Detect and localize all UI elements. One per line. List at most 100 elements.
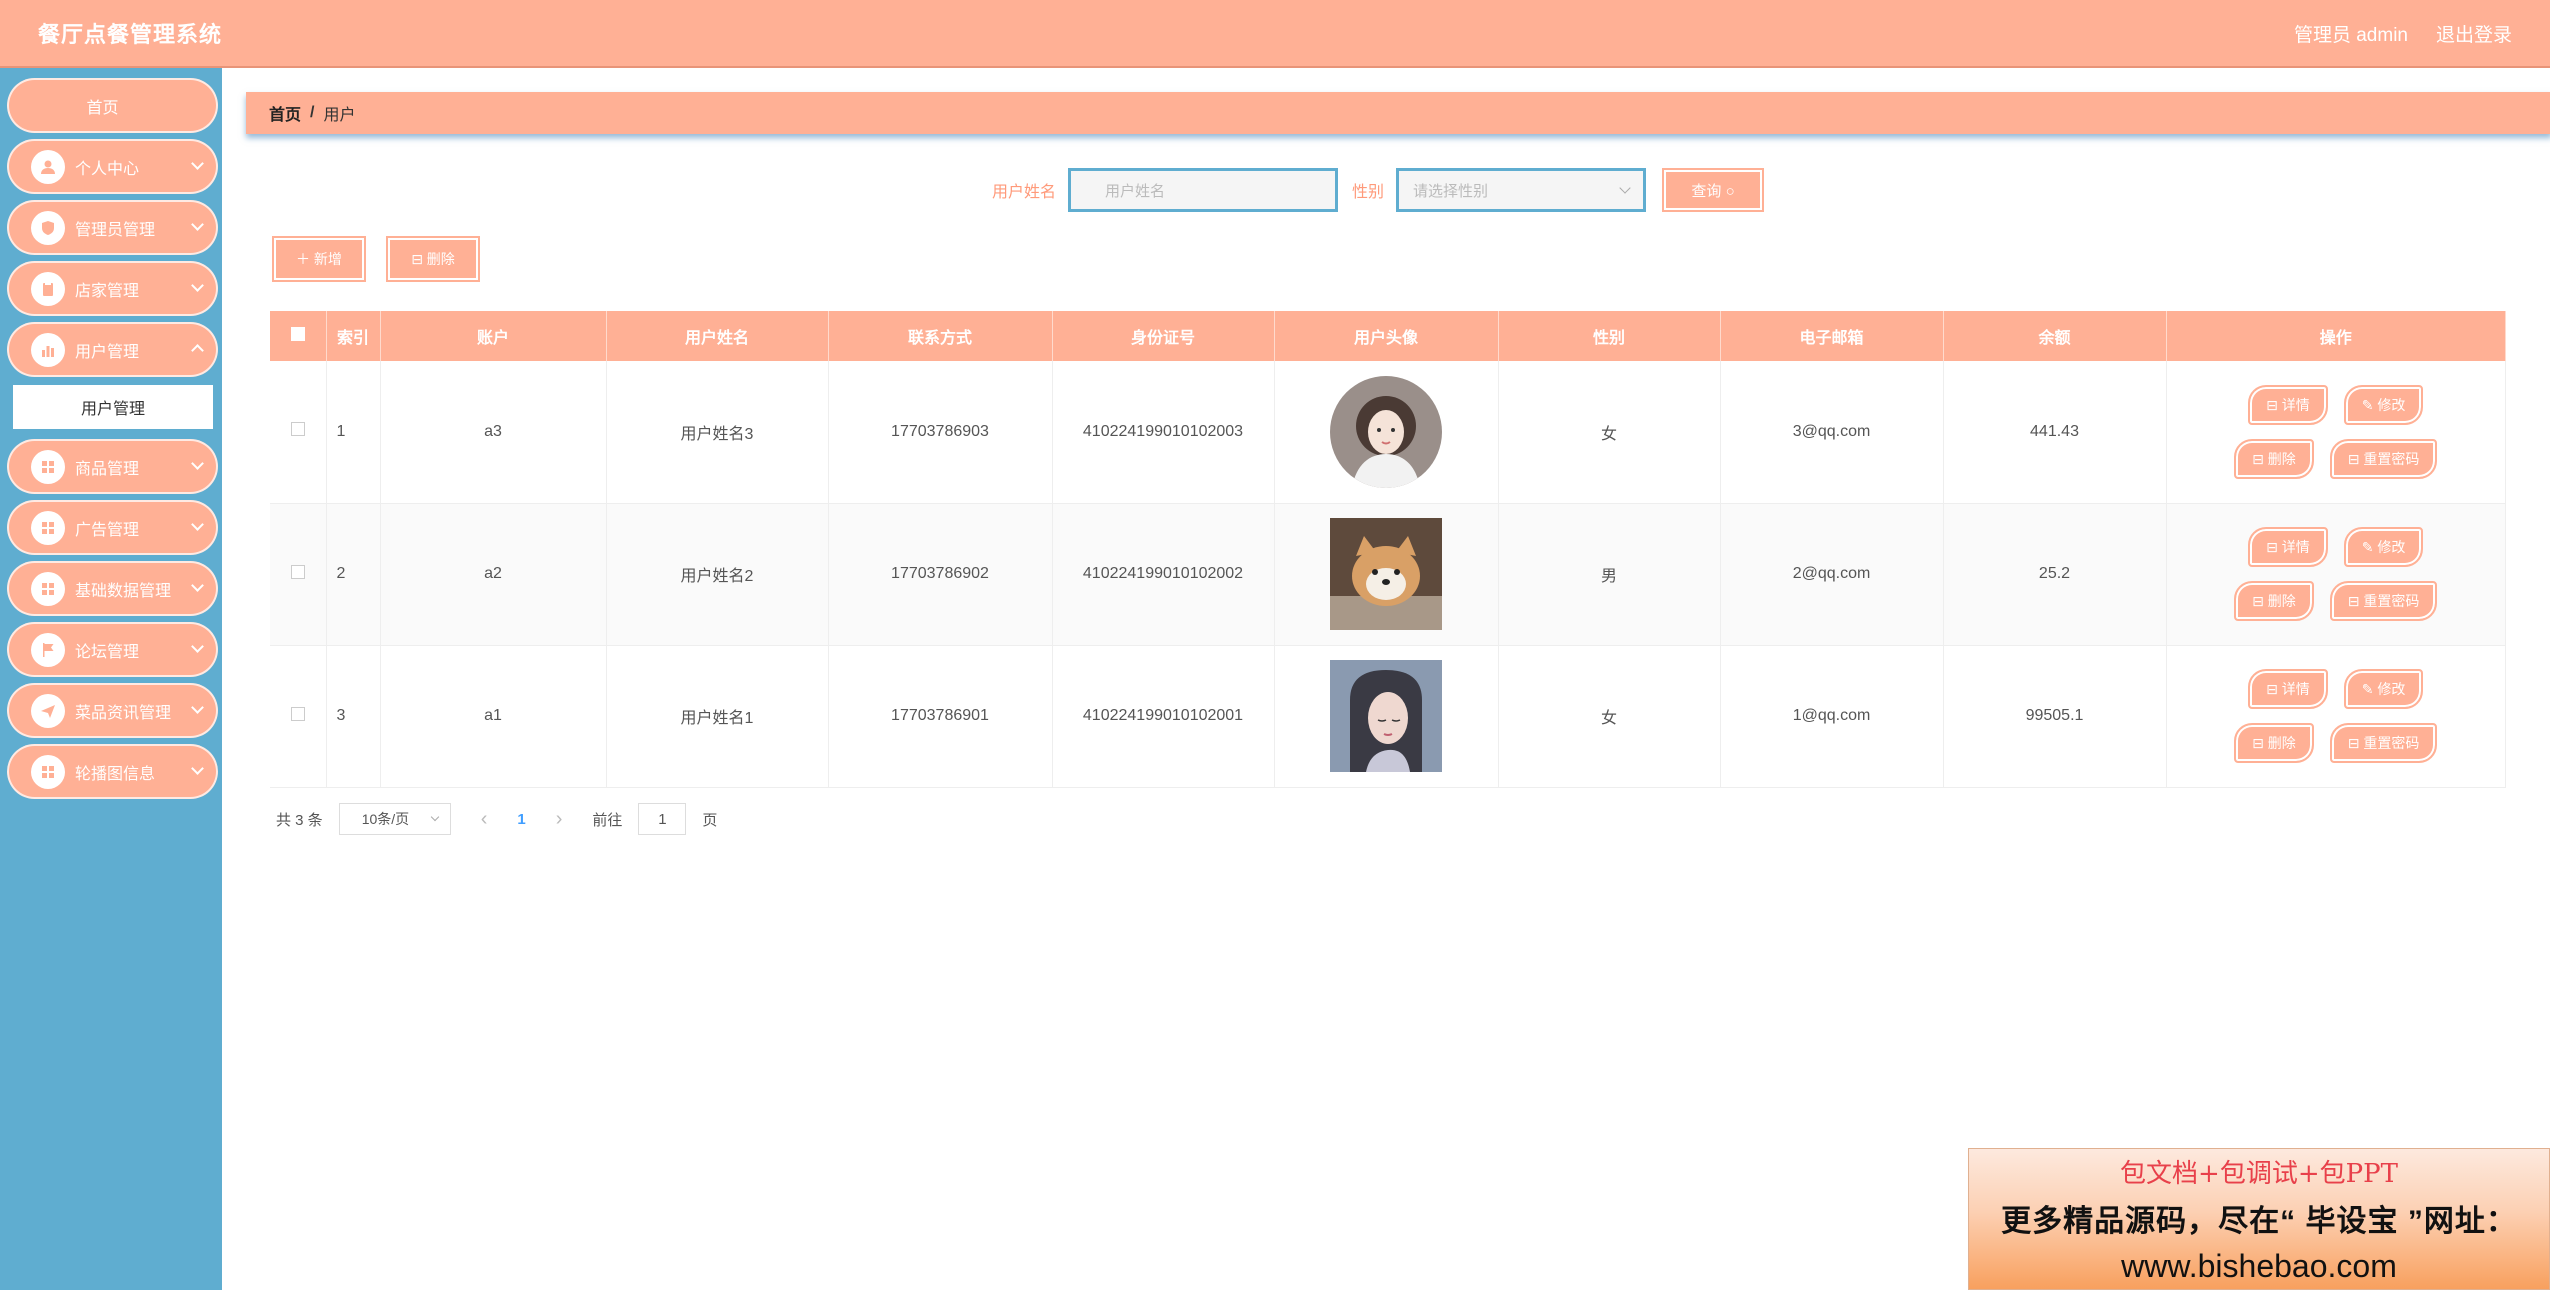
prev-page-icon[interactable]: ‹: [467, 808, 502, 831]
detail-button[interactable]: ⊟ 详情: [2248, 669, 2328, 709]
column-header: 联系方式: [828, 311, 1053, 361]
sidebar-subitem-user-management[interactable]: 用户管理: [11, 383, 215, 431]
logout-link[interactable]: 退出登录: [2436, 20, 2512, 47]
column-header: 账户: [380, 311, 607, 361]
bar-chart-icon: [31, 332, 65, 367]
sidebar-item-home[interactable]: 首页: [7, 78, 218, 133]
user-avatar-image[interactable]: [1330, 660, 1442, 772]
column-header: 身份证号: [1052, 311, 1275, 361]
page-size-select[interactable]: 10条/页: [338, 803, 451, 835]
detail-button[interactable]: ⊟ 详情: [2248, 527, 2328, 567]
user-avatar-image[interactable]: [1330, 375, 1442, 488]
column-header: 用户头像: [1274, 311, 1499, 361]
gender-filter-label: 性别: [1352, 184, 1385, 201]
grid-icon: [31, 510, 65, 545]
edit-button[interactable]: ✎ 修改: [2343, 527, 2424, 567]
column-header: 索引: [326, 311, 381, 361]
sidebar-item-label: 菜品资讯管理: [75, 704, 172, 722]
chevron-down-icon: [191, 279, 204, 292]
reset-password-button[interactable]: ⊟ 重置密码: [2329, 438, 2438, 479]
sidebar-item-dish-news-management[interactable]: 菜品资讯管理: [7, 683, 218, 738]
app-title: 餐厅点餐管理系统: [38, 22, 223, 47]
cell-balance: 25.2: [1943, 503, 2167, 646]
query-button[interactable]: 查询 ○: [1662, 168, 1765, 212]
cell-operations: ⊟ 详情 ✎ 修改 ⊟ 删除 ⊟ 重置密码: [2166, 361, 2506, 504]
chevron-down-icon: [191, 640, 204, 653]
sidebar-item-label: 用户管理: [75, 343, 140, 361]
grid-icon: [31, 754, 65, 789]
sidebar-item-store-management[interactable]: 店家管理: [7, 261, 218, 316]
edit-button[interactable]: ✎ 修改: [2343, 384, 2424, 425]
cell-index: 1: [326, 361, 381, 504]
promo-line-1: 包文档+包调试+包PPT: [2120, 1159, 2398, 1189]
person-icon: [31, 149, 65, 184]
cell-operations: ⊟ 详情 ✎ 修改 ⊟ 删除 ⊟ 重置密码: [2166, 503, 2506, 646]
cell-email: 1@qq.com: [1720, 645, 1944, 788]
sidebar-item-label: 管理员管理: [75, 221, 156, 239]
sidebar-item-personal-center[interactable]: 个人中心: [7, 139, 218, 194]
flag-icon: [31, 632, 65, 667]
row-checkbox[interactable]: [290, 422, 305, 437]
row-checkbox[interactable]: [290, 706, 305, 721]
sidebar-item-label: 个人中心: [75, 160, 140, 178]
promo-watermark: 包文档+包调试+包PPT 更多精品源码，尽在“ 毕设宝 ”网址： www.bis…: [1968, 1148, 2550, 1290]
select-all-header[interactable]: [270, 311, 327, 361]
detail-button[interactable]: ⊟ 详情: [2248, 384, 2328, 425]
add-button[interactable]: ＋ 新增: [272, 236, 366, 282]
goto-page-input[interactable]: 1: [638, 803, 687, 835]
admin-user-label[interactable]: 管理员 admin: [2294, 20, 2408, 47]
page-suffix: 页: [702, 811, 718, 829]
cell-avatar: [1274, 645, 1499, 788]
user-table: 索引 账户 用户姓名 联系方式 身份证号 用户头像 性别 电子邮箱 余额 操作 …: [270, 311, 2506, 788]
cell-avatar: [1274, 503, 1499, 646]
select-all-checkbox[interactable]: [290, 326, 305, 341]
table-row: 2 a2 用户姓名2 17703786902 41022419901010200…: [270, 503, 2506, 646]
cell-index: 2: [326, 503, 381, 646]
sidebar-item-ad-management[interactable]: 广告管理: [7, 500, 218, 555]
shield-icon: [31, 210, 65, 245]
next-page-icon[interactable]: ›: [542, 808, 577, 831]
column-header: 用户姓名: [606, 311, 829, 361]
row-delete-button[interactable]: ⊟ 删除: [2234, 438, 2314, 479]
cell-account: a3: [380, 361, 607, 504]
breadcrumb-current: 用户: [323, 107, 356, 124]
edit-button[interactable]: ✎ 修改: [2343, 669, 2424, 709]
gender-select[interactable]: 请选择性别: [1396, 168, 1647, 212]
delete-button[interactable]: ⊟ 删除: [386, 236, 480, 282]
reset-password-button[interactable]: ⊟ 重置密码: [2329, 581, 2438, 621]
cell-avatar: [1274, 361, 1499, 504]
table-header-row: 索引 账户 用户姓名 联系方式 身份证号 用户头像 性别 电子邮箱 余额 操作: [270, 311, 2506, 361]
chevron-down-icon: [191, 218, 204, 231]
cell-account: a1: [380, 645, 607, 788]
total-count: 共 3 条: [276, 811, 323, 829]
reset-password-button[interactable]: ⊟ 重置密码: [2329, 723, 2438, 763]
grid-icon: [31, 449, 65, 484]
sidebar-item-carousel-info[interactable]: 轮播图信息: [7, 744, 218, 799]
clipboard-icon: [31, 271, 65, 306]
cell-account: a2: [380, 503, 607, 646]
table-row: 1 a3 用户姓名3 17703786903 41022419901010200…: [270, 361, 2506, 504]
row-delete-button[interactable]: ⊟ 删除: [2234, 723, 2314, 763]
sidebar: 首页 个人中心 管理员管理 店家管理 用户管理 用户管理 商品管理 广告管理 基…: [0, 68, 222, 1290]
sidebar-item-basic-data-management[interactable]: 基础数据管理: [7, 561, 218, 616]
chevron-down-icon: [191, 762, 204, 775]
name-search-label: 用户姓名: [992, 184, 1057, 201]
sidebar-item-user-management[interactable]: 用户管理: [7, 322, 218, 377]
table-row: 3 a1 用户姓名1 17703786901 41022419901010200…: [270, 645, 2506, 788]
cell-phone: 17703786901: [828, 645, 1053, 788]
sidebar-item-label: 店家管理: [75, 282, 140, 300]
sidebar-item-admin-management[interactable]: 管理员管理: [7, 200, 218, 255]
cell-operations: ⊟ 详情 ✎ 修改 ⊟ 删除 ⊟ 重置密码: [2166, 645, 2506, 788]
breadcrumb-home[interactable]: 首页: [269, 101, 301, 125]
user-avatar-image[interactable]: [1330, 518, 1442, 630]
current-page[interactable]: 1: [517, 811, 525, 828]
pagination: 共 3 条 10条/页 ‹ 1 › 前往 1 页: [276, 803, 717, 835]
name-search-input[interactable]: 用户姓名: [1068, 168, 1339, 212]
row-checkbox[interactable]: [290, 564, 305, 579]
row-delete-button[interactable]: ⊟ 删除: [2234, 581, 2314, 621]
cell-phone: 17703786903: [828, 361, 1053, 504]
column-header: 电子邮箱: [1720, 311, 1944, 361]
sidebar-item-forum-management[interactable]: 论坛管理: [7, 622, 218, 677]
sidebar-item-product-management[interactable]: 商品管理: [7, 439, 218, 494]
sidebar-item-label: 广告管理: [75, 521, 140, 539]
